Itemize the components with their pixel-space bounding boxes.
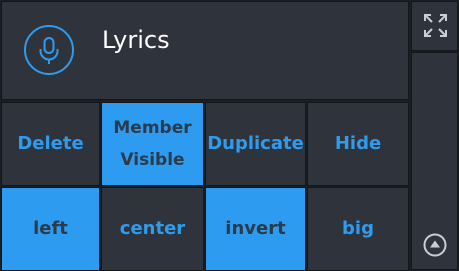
invert-button[interactable]: invert xyxy=(205,187,306,271)
fullscreen-icon xyxy=(424,14,447,37)
member-visible-label-line2: Visible xyxy=(120,150,185,170)
microphone-button[interactable] xyxy=(24,25,74,75)
hide-label: Hide xyxy=(334,133,382,154)
invert-label: invert xyxy=(225,218,286,239)
scroll-up-icon[interactable] xyxy=(423,233,447,257)
page-title: Lyrics xyxy=(102,26,170,54)
align-center-button[interactable]: center xyxy=(101,187,204,271)
fullscreen-button[interactable] xyxy=(411,1,458,51)
delete-label: Delete xyxy=(17,133,84,154)
big-label: big xyxy=(342,218,374,239)
member-visible-label-line1: Member xyxy=(113,118,192,138)
microphone-icon xyxy=(39,37,59,64)
duplicate-button[interactable]: Duplicate xyxy=(205,102,306,186)
big-button[interactable]: big xyxy=(307,187,409,271)
align-left-button[interactable]: left xyxy=(1,187,100,271)
side-scroll-panel xyxy=(411,52,458,270)
hide-button[interactable]: Hide xyxy=(307,102,409,186)
center-label: center xyxy=(119,218,186,239)
lyrics-header: Lyrics xyxy=(1,1,409,100)
left-label: left xyxy=(33,218,68,239)
duplicate-label: Duplicate xyxy=(207,133,304,154)
delete-button[interactable]: Delete xyxy=(1,102,100,186)
member-visible-button[interactable]: Member Visible xyxy=(101,102,204,186)
